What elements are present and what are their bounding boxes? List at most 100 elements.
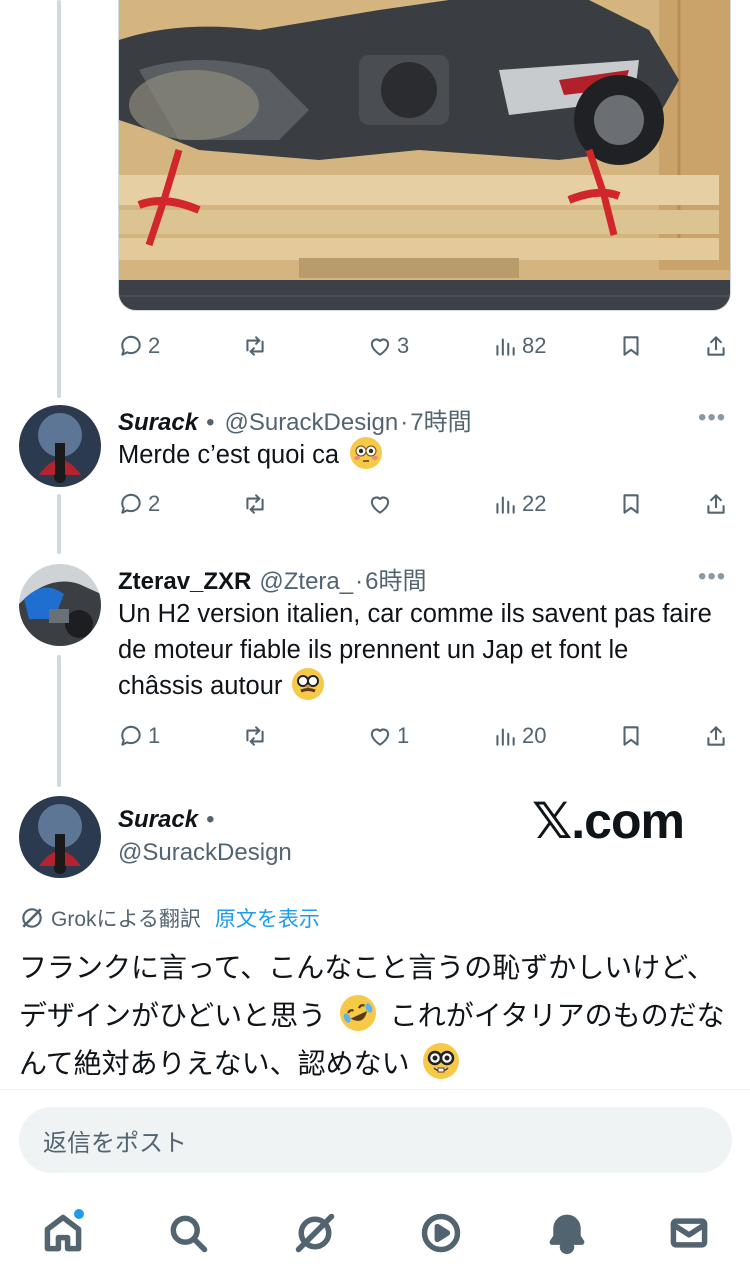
repost-icon	[246, 494, 264, 514]
search-icon	[170, 1215, 208, 1253]
nerd-face-emoji	[423, 1043, 460, 1079]
bookmark-button[interactable]	[618, 484, 644, 524]
post-action-bar: 2 3 82	[118, 326, 734, 366]
heart-icon	[370, 496, 390, 514]
display-name[interactable]: Surack	[118, 806, 198, 834]
share-icon	[707, 336, 725, 356]
reply-button[interactable]: 2	[118, 484, 160, 524]
timestamp[interactable]: 7時間	[410, 402, 471, 437]
heart-icon	[370, 728, 390, 746]
reply-button[interactable]: 1	[118, 716, 160, 756]
more-options-button[interactable]: •••	[698, 563, 726, 591]
reply-text-content: Un H2 version italien, car comme ils sav…	[118, 600, 712, 700]
reply-button[interactable]: 2	[118, 326, 160, 366]
home-notification-badge	[74, 1209, 84, 1219]
timestamp[interactable]: 6時間	[365, 561, 426, 596]
avatar[interactable]	[19, 796, 101, 878]
grok-icon	[295, 1213, 335, 1253]
reply-icon	[121, 335, 141, 356]
reply-count: 1	[148, 723, 161, 748]
reply-action-bar: 2 22	[118, 484, 734, 524]
nav-grok[interactable]	[290, 1208, 340, 1258]
reply-action-bar: 1 1 20	[118, 716, 734, 756]
views-icon	[496, 496, 515, 514]
notifications-icon	[549, 1214, 585, 1255]
handle[interactable]: @Ztera_	[259, 568, 353, 596]
avatar[interactable]	[19, 405, 101, 487]
views-count: 22	[522, 491, 547, 516]
heart-icon	[370, 338, 390, 356]
reply-icon	[121, 493, 141, 514]
reply-count: 2	[148, 491, 161, 516]
thread-line	[57, 0, 61, 398]
disguised-face-emoji	[291, 668, 324, 700]
like-button[interactable]: 3	[367, 326, 409, 366]
more-options-button[interactable]: •••	[698, 404, 726, 432]
reply-count: 2	[148, 333, 161, 358]
views-icon	[496, 728, 515, 746]
bottom-nav	[0, 1190, 750, 1287]
time-separator: ·	[400, 409, 409, 436]
time-separator: ·	[355, 568, 364, 595]
reply-header: Surack • @SurackDesign · 7時間	[118, 402, 472, 437]
reply-icon	[121, 725, 141, 746]
grok-icon	[22, 908, 42, 928]
repost-icon	[246, 726, 264, 746]
views-count: 82	[522, 333, 547, 358]
bookmark-icon	[623, 336, 639, 356]
grok-translation-row: Grokによる翻訳 原文を表示	[19, 903, 320, 933]
nav-search[interactable]	[163, 1208, 213, 1258]
reply-text-content: Merde c’est quoi ca	[118, 441, 340, 469]
views-icon	[496, 338, 515, 356]
views-button[interactable]: 20	[492, 716, 546, 756]
views-button[interactable]: 22	[492, 484, 546, 524]
messages-icon	[670, 1218, 708, 1248]
thread-line	[57, 494, 61, 554]
avatar[interactable]	[19, 564, 101, 646]
bookmark-icon	[623, 726, 639, 746]
video-icon	[421, 1213, 461, 1253]
reply-composer-input[interactable]: 返信をポスト	[19, 1107, 732, 1173]
post-author-handle: @SurackDesign	[118, 839, 292, 867]
name-bullet: •	[206, 806, 215, 833]
views-count: 20	[522, 723, 547, 748]
composer-divider	[0, 1089, 750, 1090]
bookmark-button[interactable]	[618, 716, 644, 756]
like-count: 3	[397, 333, 410, 358]
display-name[interactable]: Surack	[118, 409, 198, 437]
bookmark-icon	[623, 494, 639, 514]
handle[interactable]: @SurackDesign	[224, 409, 398, 437]
share-icon	[707, 494, 725, 514]
post-author-name: Surack •	[118, 806, 216, 834]
repost-icon	[246, 336, 264, 356]
like-button[interactable]	[367, 484, 397, 524]
repost-button[interactable]	[242, 326, 272, 366]
like-button[interactable]: 1	[367, 716, 409, 756]
share-icon	[707, 726, 725, 746]
thread-line	[57, 655, 61, 787]
nav-notifications[interactable]	[542, 1208, 592, 1258]
share-button[interactable]	[703, 326, 729, 366]
post-text: フランクに言って、こんなこと言うの恥ずかしいけど、デザインがひどいと思う これが…	[19, 944, 734, 1088]
share-button[interactable]	[703, 716, 729, 756]
display-name[interactable]: Zterav_ZXR	[118, 568, 251, 596]
show-original-link[interactable]: 原文を表示	[215, 903, 320, 933]
reply-header: Zterav_ZXR @Ztera_ · 6時間	[118, 561, 426, 596]
reply-text: Merde c’est quoi ca	[118, 437, 718, 473]
grok-translation-label: Grokによる翻訳	[51, 908, 201, 931]
x-com-watermark: 𝕏.com	[532, 793, 685, 849]
rolling-on-floor-laughing-emoji	[334, 989, 382, 1037]
reply-text: Un H2 version italien, car comme ils sav…	[118, 596, 718, 704]
handle[interactable]: @SurackDesign	[118, 839, 292, 867]
like-count: 1	[397, 723, 410, 748]
repost-button[interactable]	[242, 716, 272, 756]
repost-button[interactable]	[242, 484, 272, 524]
nav-messages[interactable]	[664, 1208, 714, 1258]
post-media-image[interactable]	[118, 0, 731, 311]
share-button[interactable]	[703, 484, 729, 524]
reply-composer-placeholder: 返信をポスト	[43, 1129, 187, 1157]
flushed-face-emoji	[350, 437, 383, 469]
bookmark-button[interactable]	[618, 326, 644, 366]
views-button[interactable]: 82	[492, 326, 546, 366]
nav-video[interactable]	[416, 1208, 466, 1258]
